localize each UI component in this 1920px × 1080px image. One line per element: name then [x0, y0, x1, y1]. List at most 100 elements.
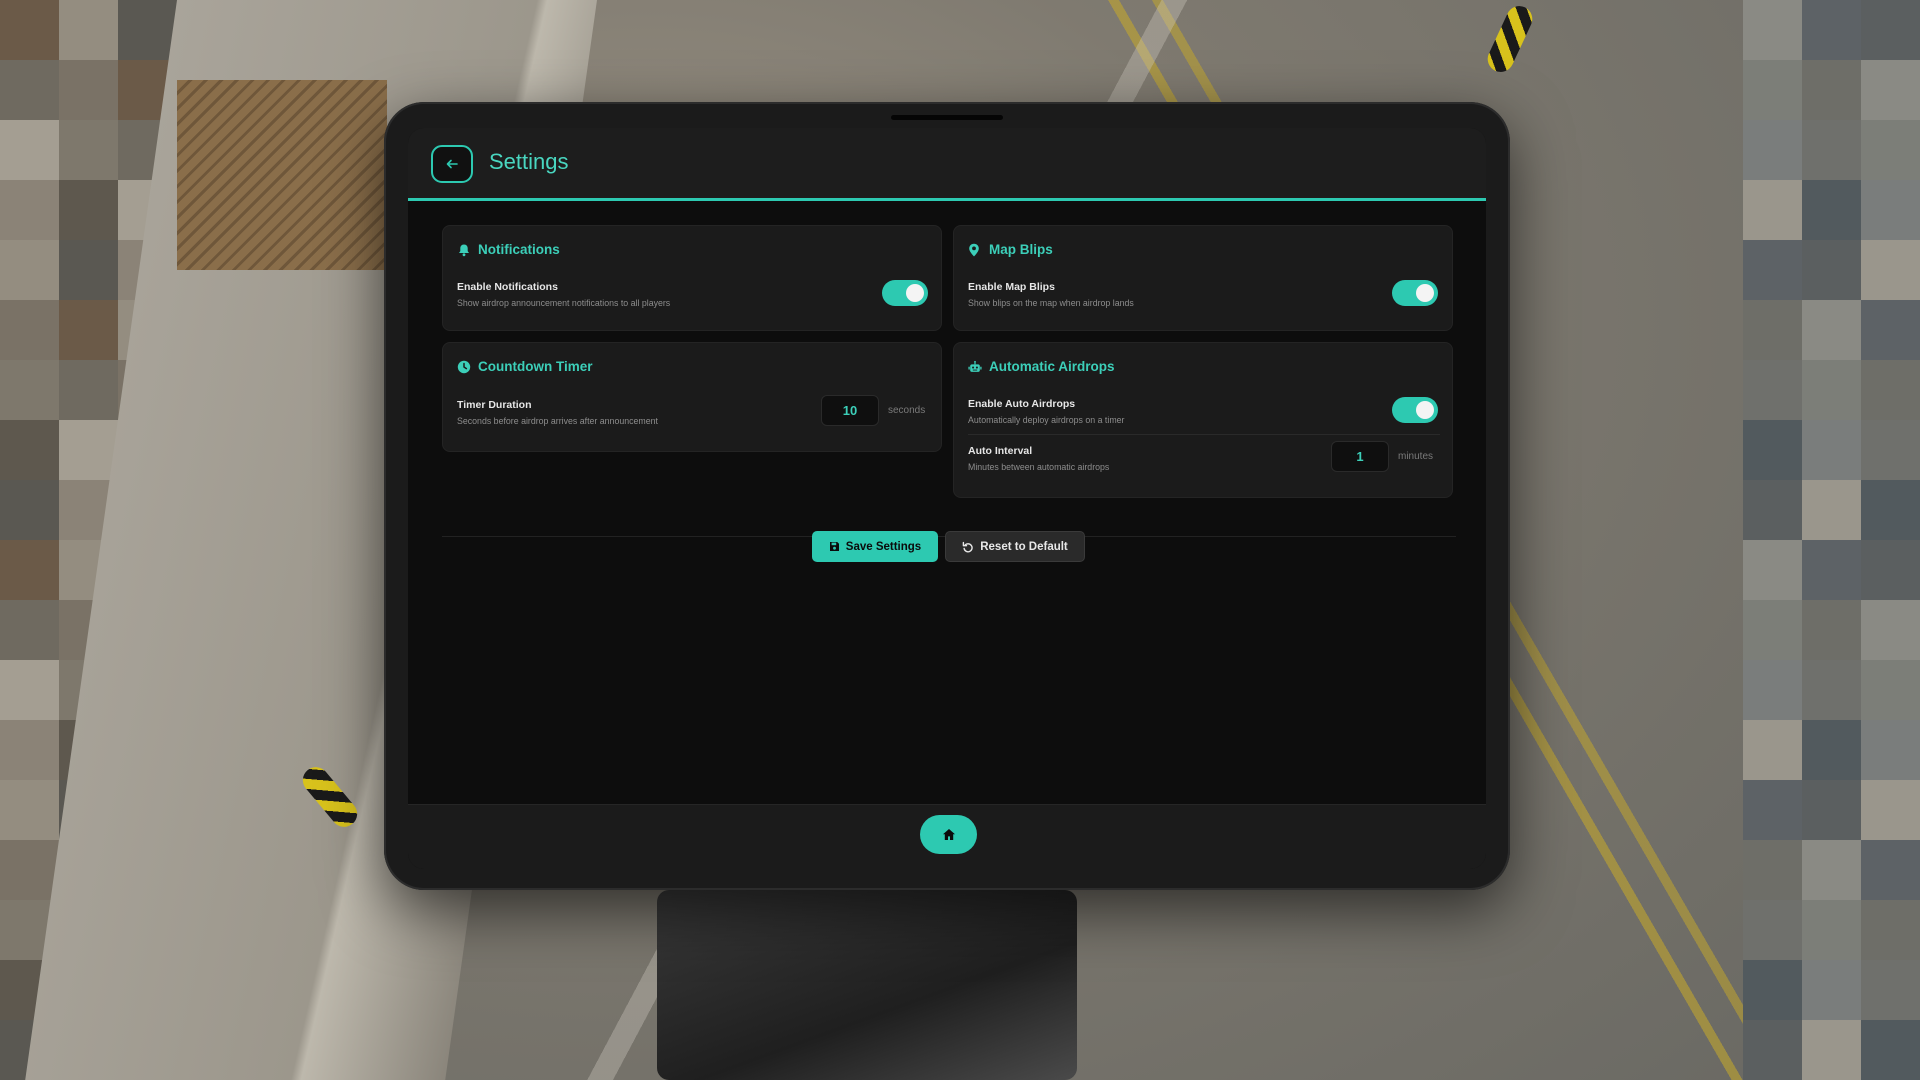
pixel-tile [0, 420, 59, 480]
pixel-tile [1743, 180, 1802, 240]
pixel-tile [1802, 900, 1861, 960]
pixel-tile [0, 720, 59, 780]
pixel-tile [1802, 660, 1861, 720]
auto-interval-label: Auto Interval [968, 445, 1033, 457]
pixel-tile [1743, 300, 1802, 360]
pixel-tile [59, 420, 118, 480]
save-settings-label: Save Settings [845, 540, 922, 553]
save-settings-button[interactable]: Save Settings [812, 531, 938, 562]
home-icon [942, 828, 956, 841]
pixel-tile [1743, 420, 1802, 480]
toggle-knob [1416, 284, 1434, 302]
pixel-tile [1743, 960, 1802, 1020]
pixel-tile [1802, 600, 1861, 660]
pixel-tile [1743, 480, 1802, 540]
pixel-tile [1861, 540, 1920, 600]
row-divider [968, 434, 1440, 435]
pixel-tile [59, 300, 118, 360]
pixel-tile [1743, 1020, 1802, 1080]
map-blips-card-title: Map Blips [968, 242, 1053, 257]
pixel-tile [1861, 720, 1920, 780]
pixel-tile [1861, 120, 1920, 180]
auto-interval-unit: minutes [1398, 451, 1434, 462]
pixel-tile [0, 780, 59, 840]
pixel-tile [59, 240, 118, 300]
pixel-tile [1743, 120, 1802, 180]
pixel-tile [1861, 780, 1920, 840]
timer-duration-input[interactable]: 10 [821, 395, 879, 426]
floppy-disk-icon [829, 541, 840, 552]
pixel-tile [0, 840, 59, 900]
undo-icon [962, 541, 974, 553]
enable-notifications-toggle[interactable] [882, 280, 928, 306]
bell-icon [457, 243, 471, 257]
auto-interval-desc: Minutes between automatic airdrops [968, 462, 1110, 472]
enable-notifications-label: Enable Notifications [457, 281, 558, 293]
countdown-timer-card-title: Countdown Timer [457, 359, 593, 374]
countdown-timer-card: Countdown Timer Timer Duration Seconds b… [442, 342, 942, 452]
pixel-tile [1802, 480, 1861, 540]
pixel-tile [1861, 900, 1920, 960]
pixel-tile [1802, 360, 1861, 420]
map-blips-card: Map Blips Enable Map Blips Show blips on… [953, 225, 1453, 331]
pixel-tile [0, 540, 59, 600]
pixel-tile [1743, 60, 1802, 120]
pixel-tile [1802, 180, 1861, 240]
pixel-tile [0, 60, 59, 120]
pixel-tile [59, 60, 118, 120]
pixel-tile [0, 480, 59, 540]
pixel-tile [1861, 840, 1920, 900]
toggle-knob [1416, 401, 1434, 419]
pixel-tile [1802, 1020, 1861, 1080]
pixel-tile [1743, 600, 1802, 660]
pixel-tile [1861, 420, 1920, 480]
page-title: Settings [489, 149, 569, 174]
pixel-tile [1802, 300, 1861, 360]
pixel-tile [1861, 180, 1920, 240]
enable-map-blips-toggle[interactable] [1392, 280, 1438, 306]
pixel-tile [1861, 360, 1920, 420]
reset-to-default-label: Reset to Default [980, 540, 1068, 553]
robot-icon [968, 360, 982, 374]
map-blips-title: Map Blips [989, 242, 1053, 257]
pixel-tile [1861, 300, 1920, 360]
pixel-tile [1861, 660, 1920, 720]
pixel-tile [1743, 660, 1802, 720]
auto-interval-input[interactable]: 1 [1331, 441, 1389, 472]
pixel-tile [1802, 420, 1861, 480]
pixel-tile [0, 660, 59, 720]
pixel-tile [1861, 960, 1920, 1020]
pixel-tile [1861, 0, 1920, 60]
pixel-tile [0, 0, 59, 60]
tablet-screen: Settings Notifications Enable Notificati… [408, 128, 1486, 869]
pixel-tile [0, 120, 59, 180]
enable-auto-airdrops-toggle[interactable] [1392, 397, 1438, 423]
home-button[interactable] [920, 815, 977, 854]
pixel-tile [1743, 0, 1802, 60]
pixel-tile [118, 0, 177, 60]
pixel-tile [1802, 120, 1861, 180]
enable-map-blips-desc: Show blips on the map when airdrop lands [968, 298, 1134, 308]
back-button[interactable] [431, 145, 473, 183]
pixel-tile [1861, 480, 1920, 540]
timer-duration-label: Timer Duration [457, 399, 532, 411]
pixel-tile [59, 360, 118, 420]
countdown-timer-title: Countdown Timer [478, 359, 593, 374]
pixelated-edge-right [1743, 0, 1920, 1080]
automatic-airdrops-title: Automatic Airdrops [989, 359, 1115, 374]
pixel-tile [1802, 60, 1861, 120]
reset-to-default-button[interactable]: Reset to Default [945, 531, 1085, 562]
enable-map-blips-label: Enable Map Blips [968, 281, 1055, 293]
pixel-tile [1861, 60, 1920, 120]
pixel-tile [1802, 960, 1861, 1020]
tablet-device: Settings Notifications Enable Notificati… [384, 102, 1510, 890]
pixel-tile [1743, 780, 1802, 840]
map-pin-icon [968, 243, 982, 257]
pixel-tile [1743, 540, 1802, 600]
pixel-tile [1743, 240, 1802, 300]
enable-auto-airdrops-label: Enable Auto Airdrops [968, 398, 1076, 410]
pixel-tile [0, 240, 59, 300]
automatic-airdrops-card-title: Automatic Airdrops [968, 359, 1115, 374]
clock-icon [457, 360, 471, 374]
pixel-tile [0, 300, 59, 360]
